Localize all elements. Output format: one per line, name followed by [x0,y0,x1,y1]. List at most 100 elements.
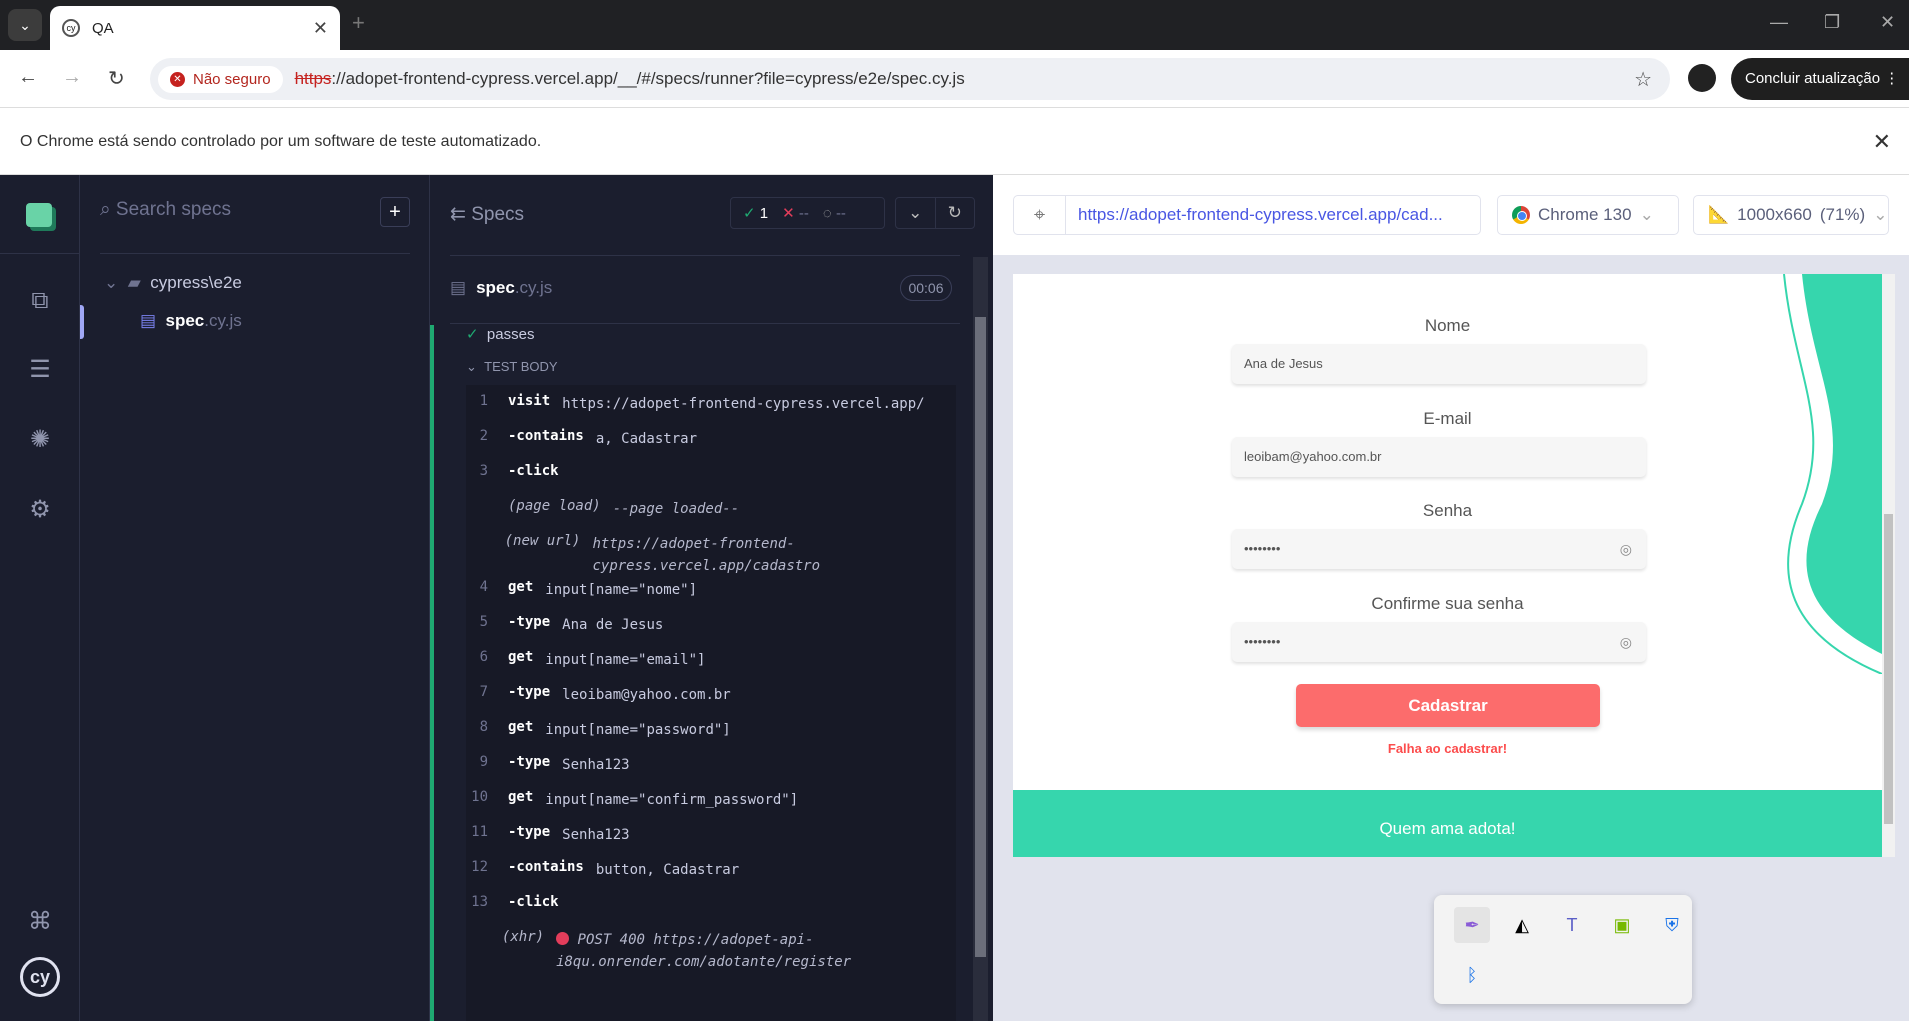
senha-input[interactable]: •••••••• ◎ [1232,529,1646,569]
new-spec-button[interactable]: + [380,197,410,227]
close-tab-icon[interactable]: ✕ [313,18,328,39]
scrollbar-thumb[interactable] [975,317,986,957]
omnibox[interactable]: ✕ Não seguro https://adopet-frontend-cypr… [150,58,1670,100]
email-input[interactable]: leoibam@yahoo.com.br [1232,437,1646,477]
cadastrar-button[interactable]: Cadastrar [1296,684,1600,727]
tab-search-button[interactable]: ⌄ [8,9,42,41]
command-number: 9 [479,754,488,770]
command-message: https://adopet-frontend-cypress.vercel.a… [592,536,821,574]
command-row[interactable]: 7 -type leoibam@yahoo.com.br [466,682,956,717]
eye-off-icon[interactable]: ◎ [1620,622,1632,662]
viewport-scrollbar[interactable] [1882,274,1895,857]
url-scheme: https [294,69,332,88]
keyboard-shortcuts-icon[interactable]: ⌘ [0,907,80,936]
command-row[interactable]: 3 -click [466,461,956,496]
command-message: --page loaded-- [612,501,740,517]
command-row[interactable]: 4 get input[name="nome"] [466,577,956,612]
command-name: -type [508,614,551,630]
nvidia-icon[interactable]: ▣ [1604,907,1640,943]
command-number: 10 [471,789,488,805]
bluetooth-icon[interactable]: ᛒ [1454,957,1490,993]
command-message: input[name="password"] [545,722,731,738]
command-message: a, Cadastrar [595,431,698,447]
command-row[interactable]: 1 visit https://adopet-frontend-cypress.ve… [466,391,956,426]
command-name: get [508,789,534,805]
folder-item[interactable]: ⌄ ▰ cypress\e2e [104,273,242,293]
browser-tab[interactable]: cy QA ✕ [50,6,340,50]
confirm-value: •••••••• [1244,634,1281,649]
nome-input[interactable]: Ana de Jesus [1232,344,1646,384]
command-name: -click [508,463,559,479]
aut-url[interactable]: ⌖ https://adopet-frontend-cypress.vercel.… [1013,195,1481,235]
browser-select[interactable]: Chrome 130 ⌄ [1497,195,1679,235]
command-row[interactable]: 10 get input[name="confirm_password"] [466,787,956,822]
command-row[interactable]: 12 -contains button, Cadastrar [466,857,956,892]
tab-bar: ⌄ cy QA ✕ + — ❐ ✕ [0,0,1909,50]
confirm-senha-input[interactable]: •••••••• ◎ [1232,622,1646,662]
specs-nav-icon[interactable]: ⧉ [0,287,80,315]
command-name: -type [508,684,551,700]
back-icon[interactable]: ← [18,66,38,89]
command-row[interactable]: (new url) https://adopet-frontend-cypress… [466,531,956,577]
ruler-icon: 📐 [1708,205,1730,224]
new-tab-button[interactable]: + [352,10,365,36]
settings-gear-icon[interactable]: ⚙ [0,495,80,524]
aut-url-text: https://adopet-frontend-cypress.vercel.a… [1078,205,1443,224]
chevron-down-icon: ⌄ [104,273,119,292]
command-row[interactable]: 6 get input[name="email"] [466,647,956,682]
viewport-select[interactable]: 📐 1000x660 (71%) ⌄ [1693,195,1889,235]
rerun-icon[interactable]: ↻ [936,198,975,228]
scrollbar-thumb[interactable] [1884,514,1893,824]
close-infobar-icon[interactable]: ✕ [1873,108,1891,175]
chevron-down-icon[interactable]: ⌄ [896,198,936,228]
app-icon[interactable]: ◭ [1504,907,1540,943]
project-logo-icon[interactable] [26,203,52,227]
reload-icon[interactable]: ↻ [108,66,125,91]
command-number: 13 [471,894,488,910]
test-title[interactable]: ✓ passes [466,325,534,343]
command-number: 11 [471,824,488,840]
command-row[interactable]: 8 get input[name="password"] [466,717,956,752]
pen-app-icon[interactable]: ✒ [1454,907,1490,943]
search-specs-input[interactable]: ⌕ Search specs [100,199,231,221]
debug-bug-icon[interactable]: ✺ [0,425,80,454]
viewport-size: 1000x660 [1737,205,1812,224]
spec-file-item[interactable]: ▤ spec.cy.js [140,311,242,331]
footer-banner: Quem ama adota! [1013,790,1882,857]
command-number [466,533,505,577]
reporter-scrollbar[interactable] [973,257,988,1021]
teams-icon[interactable]: T [1554,907,1590,943]
command-name: (xhr) [501,929,545,945]
close-window-icon[interactable]: ✕ [1880,12,1895,33]
minimize-icon[interactable]: — [1770,12,1788,33]
command-row[interactable]: (page load) --page loaded-- [466,496,956,531]
folder-icon: ▰ [127,273,141,292]
spec-ext: .cy.js [514,278,553,297]
command-row[interactable]: 9 -type Senha123 [466,752,956,787]
test-stats: ✓ 1 ✕ -- ◌ -- [730,197,885,229]
specs-toggle-button[interactable]: ⇇ Specs [450,203,524,226]
command-number: 4 [479,579,488,595]
forward-icon[interactable]: → [62,66,82,89]
eye-off-icon[interactable]: ◎ [1620,529,1632,569]
command-row[interactable]: 2 -contains a, Cadastrar [466,426,956,461]
command-name: -contains [508,859,584,875]
selector-playground-icon[interactable]: ⌖ [1014,196,1066,234]
runs-nav-icon[interactable]: ☰ [0,355,80,384]
security-shield-icon[interactable]: ⛨ [1654,907,1690,943]
test-body-section[interactable]: ⌄ TEST BODY [466,359,558,375]
command-row[interactable]: 11 -type Senha123 [466,822,956,857]
command-message: input[name="email"] [545,652,706,668]
update-button[interactable]: Concluir atualização ⋮ [1731,58,1909,100]
command-message: input[name="confirm_password"] [545,792,799,808]
command-row[interactable]: 13 -click [466,892,956,927]
chevron-down-icon: ⌄ [466,359,477,374]
profile-avatar[interactable] [1688,64,1716,92]
bookmark-star-icon[interactable]: ☆ [1634,67,1652,92]
command-message: Senha123 [562,757,630,773]
not-secure-badge[interactable]: ✕ Não seguro [158,65,283,93]
cypress-logo-icon[interactable]: cy [20,957,60,997]
xhr-row[interactable]: (xhr) POST 400 https://adopet-api-i8qu.o… [466,927,956,973]
restore-icon[interactable]: ❐ [1824,12,1840,33]
command-row[interactable]: 5 -type Ana de Jesus [466,612,956,647]
